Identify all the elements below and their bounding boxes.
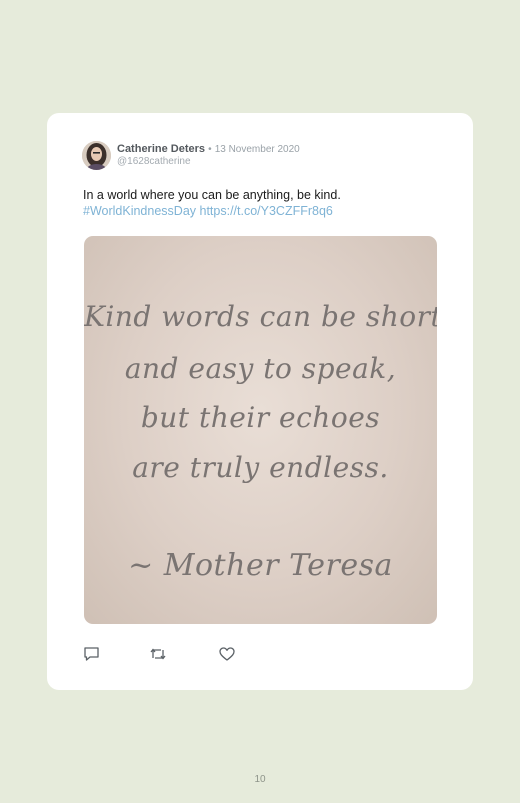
page-number: 10 [254, 774, 266, 785]
tweet-card: Catherine Deters • 13 November 2020 @162… [47, 113, 473, 690]
tweet-actions [83, 645, 283, 663]
quote-line: and easy to speak, [124, 352, 397, 385]
tweet-media-image[interactable]: Kind words can be short and easy to spea… [84, 236, 437, 624]
tweet-text: In a world where you can be anything, be… [83, 188, 443, 219]
avatar[interactable] [82, 141, 111, 170]
tweet-text-line: In a world where you can be anything, be… [83, 188, 341, 202]
retweet-icon[interactable] [149, 645, 167, 663]
like-icon[interactable] [218, 645, 236, 663]
quote-line: are truly endless. [132, 451, 389, 484]
quote-attribution: ~ Mother Teresa [128, 548, 393, 583]
author-name[interactable]: Catherine Deters [117, 143, 205, 155]
author-handle[interactable]: @1628catherine [117, 155, 191, 168]
quote-line: but their echoes [140, 401, 381, 434]
separator-dot: • [208, 144, 212, 155]
reply-icon[interactable] [83, 645, 101, 663]
tweet-date[interactable]: 13 November 2020 [215, 144, 300, 155]
avatar-image [82, 141, 111, 170]
quote-line: Kind words can be short [84, 300, 437, 333]
tweet-hashtag-link[interactable]: #WorldKindnessDay https://t.co/Y3CZFFr8q… [83, 204, 443, 220]
